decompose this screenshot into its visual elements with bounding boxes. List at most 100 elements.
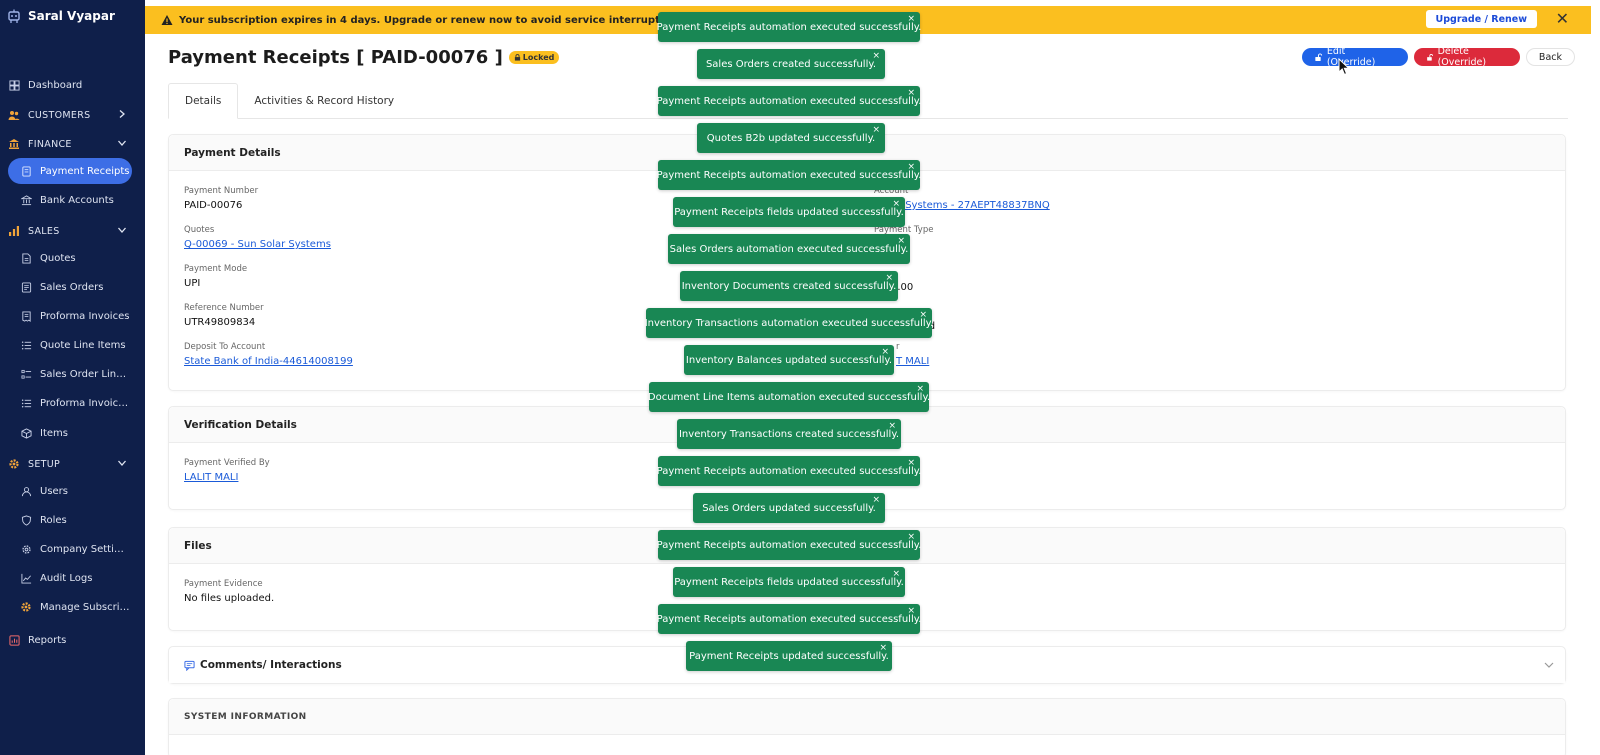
quote-link[interactable]: Q-00069 - Sun Solar Systems	[184, 239, 331, 250]
toast-notification: Payment Receipts automation executed suc…	[657, 604, 921, 634]
owner-link[interactable]: T MALI	[896, 356, 929, 367]
close-icon[interactable]: ×	[885, 273, 893, 283]
close-icon[interactable]: ×	[907, 458, 915, 468]
sidebar-item-audit-logs[interactable]: Audit Logs	[0, 565, 145, 591]
toast-message: Payment Receipts automation executed suc…	[656, 21, 922, 33]
chevron-down-icon[interactable]	[117, 225, 127, 238]
tab-activities[interactable]: Activities & Record History	[238, 83, 410, 119]
page-title-text: Payment Receipts [ PAID-00076 ]	[168, 47, 503, 68]
sidebar-item-label: SETUP	[28, 458, 61, 470]
close-icon[interactable]: ×	[897, 236, 905, 246]
sidebar-item-manage-subscrip[interactable]: Manage Subscrip...	[0, 594, 145, 620]
edit-override-button[interactable]: Edit (Override)	[1301, 46, 1408, 68]
close-icon[interactable]: ×	[872, 125, 880, 135]
close-icon[interactable]: ×	[907, 14, 915, 24]
close-icon[interactable]: ×	[892, 569, 900, 579]
toast-message: Inventory Transactions created successfu…	[678, 428, 899, 440]
verified-by-link[interactable]: LALIT MALI	[184, 472, 270, 483]
finance-icon	[8, 138, 20, 150]
sidebar-item-customers[interactable]: CUSTOMERS	[0, 102, 145, 128]
sidebar-item-payment-receipts[interactable]: Payment Receipts	[8, 158, 132, 184]
sidebar-item-label: Company Settings	[40, 543, 130, 555]
toast-notification: Payment Receipts automation executed suc…	[657, 456, 921, 486]
account-link[interactable]: lar Systems - 27AEPT48837BNQ	[889, 200, 1050, 211]
setup-gear-icon	[8, 458, 20, 470]
close-icon[interactable]: ×	[881, 347, 889, 357]
toast-message: Payment Receipts automation executed suc…	[656, 169, 922, 181]
locked-label: Locked	[522, 53, 555, 62]
toast-notification: Payment Receipts fields updated successf…	[673, 197, 905, 227]
sidebar-item-label: Sales Order Line ...	[40, 368, 130, 380]
toast-message: Payment Receipts automation executed suc…	[656, 95, 922, 107]
toast-notification: Payment Receipts automation executed suc…	[657, 530, 921, 560]
sidebar-item-setup[interactable]: SETUP	[0, 451, 145, 477]
list-check-icon	[20, 368, 32, 380]
close-icon[interactable]: ×	[872, 495, 880, 505]
toast-message: Sales Orders updated successfully.	[702, 502, 876, 514]
shield-icon	[20, 514, 32, 526]
system-info-card: SYSTEM INFORMATION	[168, 698, 1566, 755]
chevron-down-icon[interactable]	[117, 458, 127, 471]
sidebar-item-label: Sales Orders	[40, 281, 104, 293]
toast-notification: Payment Receipts updated successfully. ×	[686, 641, 892, 671]
toast-message: Payment Receipts fields updated successf…	[674, 576, 904, 588]
document-icon	[20, 252, 32, 264]
back-button[interactable]: Back	[1525, 48, 1575, 66]
close-icon[interactable]: ×	[907, 88, 915, 98]
toast-message: Inventory Documents created successfully…	[681, 280, 897, 292]
upgrade-renew-button[interactable]: Upgrade / Renew	[1425, 10, 1537, 28]
sidebar-item-reports[interactable]: Reports	[0, 627, 145, 653]
sidebar-item-proforma-invoice[interactable]: Proforma Invoice...	[0, 390, 145, 416]
close-icon[interactable]: ×	[919, 310, 927, 320]
customers-icon	[8, 109, 20, 121]
close-icon[interactable]: ×	[892, 199, 900, 209]
sidebar-item-dashboard[interactable]: Dashboard	[0, 72, 145, 98]
close-icon[interactable]: ×	[916, 384, 924, 394]
chevron-right-icon[interactable]	[117, 109, 127, 122]
chevron-down-icon[interactable]	[117, 138, 127, 151]
close-icon[interactable]: ×	[879, 643, 887, 653]
mouse-cursor-icon	[1338, 58, 1350, 76]
close-icon[interactable]: ×	[872, 51, 880, 61]
sidebar-item-company-settings[interactable]: Company Settings	[0, 536, 145, 562]
toast-notification: Document Line Items automation executed …	[648, 382, 930, 412]
close-icon[interactable]: ✕	[1556, 9, 1569, 28]
toast-notification: Inventory Transactions created successfu…	[677, 419, 901, 449]
close-icon[interactable]: ×	[888, 421, 896, 431]
chevron-down-icon[interactable]	[1543, 659, 1555, 671]
sidebar-item-users[interactable]: Users	[0, 478, 145, 504]
receipt-icon	[20, 165, 32, 177]
bank-icon	[20, 194, 32, 206]
tab-details[interactable]: Details	[168, 83, 239, 119]
sidebar-item-quotes[interactable]: Quotes	[0, 245, 145, 271]
delete-override-button[interactable]: Delete (Override)	[1413, 46, 1520, 68]
deposit-account-link[interactable]: State Bank of India-44614008199	[184, 356, 353, 367]
close-icon[interactable]: ×	[907, 162, 915, 172]
sidebar: Saral Vyapar Dashboard CUSTOMERS FINANCE Pa…	[0, 0, 145, 755]
warning-icon	[161, 14, 173, 26]
system-info-title: SYSTEM INFORMATION	[169, 699, 1565, 735]
sidebar-item-roles[interactable]: Roles	[0, 507, 145, 533]
sidebar-item-finance[interactable]: FINANCE	[0, 131, 145, 157]
sidebar-item-sales[interactable]: SALES	[0, 218, 145, 244]
sidebar-item-quote-line-items[interactable]: Quote Line Items	[0, 332, 145, 358]
close-icon[interactable]: ×	[907, 606, 915, 616]
comments-title: Comments/ Interactions	[200, 659, 342, 671]
unlock-icon	[1315, 53, 1323, 61]
sidebar-item-bank-accounts[interactable]: Bank Accounts	[0, 187, 145, 213]
brand[interactable]: Saral Vyapar	[0, 0, 145, 32]
sidebar-item-sales-orders[interactable]: Sales Orders	[0, 274, 145, 300]
sidebar-item-items[interactable]: Items	[0, 420, 145, 446]
sidebar-item-label: Proforma Invoice...	[40, 397, 130, 409]
sidebar-item-label: CUSTOMERS	[28, 109, 91, 121]
sidebar-item-proforma-invoices[interactable]: Proforma Invoices	[0, 303, 145, 329]
chart-line-icon	[20, 572, 32, 584]
toast-message: Inventory Balances updated successfully.	[685, 354, 893, 366]
toast-notification: Sales Orders updated successfully. ×	[693, 493, 885, 523]
close-icon[interactable]: ×	[907, 532, 915, 542]
sidebar-item-label: SALES	[28, 225, 60, 237]
sidebar-item-label: Dashboard	[28, 79, 83, 91]
field-deposit-account: Deposit To Account State Bank of India-4…	[184, 342, 353, 367]
sidebar-item-sales-order-line[interactable]: Sales Order Line ...	[0, 361, 145, 387]
toast-notification: Inventory Transactions automation execut…	[645, 308, 933, 338]
